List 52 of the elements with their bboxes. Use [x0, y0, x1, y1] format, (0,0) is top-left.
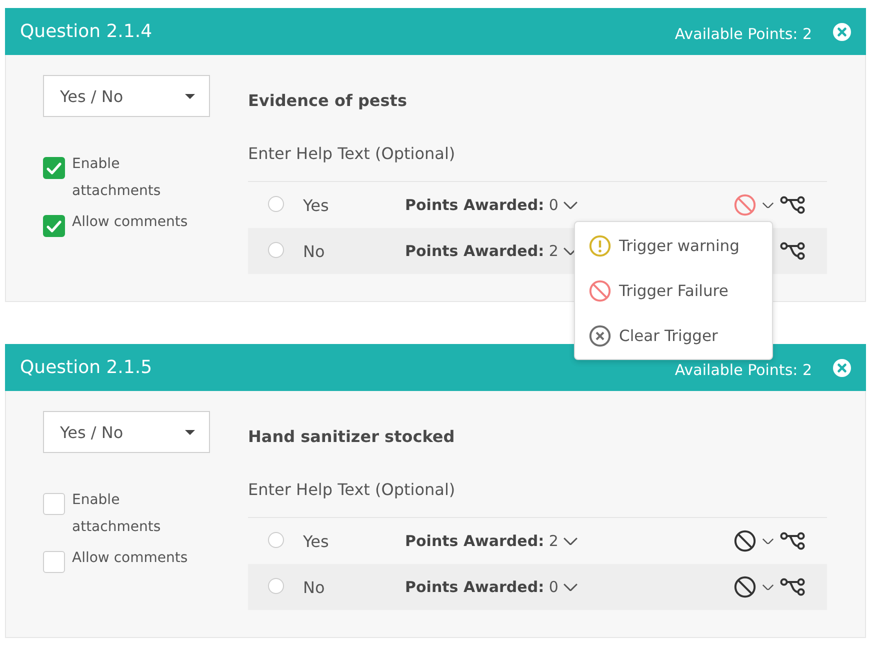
close-icon[interactable]: [833, 22, 851, 40]
type-select[interactable]: Yes / No: [43, 411, 210, 453]
chevron-down-icon: [563, 536, 578, 546]
available-points: Available Points: 2: [674, 26, 812, 42]
branch-icon[interactable]: [780, 241, 805, 261]
chevron-down-icon: [762, 202, 774, 208]
option-label: No: [303, 242, 326, 260]
checkbox[interactable]: [43, 493, 65, 515]
checkbox[interactable]: [43, 215, 65, 237]
checkbox-label: Allow comments: [72, 549, 189, 568]
chevron-down-icon: [563, 200, 578, 210]
menu-item[interactable]: Trigger Failure: [575, 268, 772, 313]
option-label: Yes: [303, 196, 330, 214]
points-dropdown[interactable]: Points Awarded: 2: [405, 532, 578, 550]
help-text-field[interactable]: Enter Help Text (Optional): [248, 477, 827, 501]
x-circle-icon: [589, 324, 611, 346]
branch-icon[interactable]: [780, 195, 805, 215]
close-icon[interactable]: [833, 358, 851, 376]
menu-item[interactable]: Clear Trigger: [575, 313, 772, 358]
caret-icon: [185, 430, 195, 434]
card-title: Question 2.1.4: [20, 21, 152, 42]
checkbox[interactable]: [43, 157, 65, 179]
chevron-down-icon: [762, 538, 774, 544]
caret-icon: [185, 94, 195, 98]
help-text-field[interactable]: Enter Help Text (Optional): [248, 141, 827, 165]
chevron-down-icon: [762, 584, 774, 590]
chevron-down-icon: [563, 582, 578, 592]
trigger-dropdown[interactable]: [734, 576, 774, 598]
radio-button[interactable]: [268, 578, 284, 594]
card-title: Question 2.1.5: [20, 357, 152, 378]
question-title: Evidence of pests: [248, 90, 408, 112]
trigger-dropdown[interactable]: [734, 530, 774, 552]
radio-button[interactable]: [268, 196, 284, 212]
warning-icon: [589, 234, 611, 256]
branch-icon[interactable]: [780, 531, 805, 551]
type-select[interactable]: Yes / No: [43, 75, 210, 117]
check-icon: [46, 220, 62, 232]
check-icon: [46, 162, 62, 174]
radio-button[interactable]: [268, 242, 284, 258]
checkbox-label: Allow comments: [72, 213, 189, 232]
option-label: Yes: [303, 532, 330, 550]
points-dropdown[interactable]: Points Awarded: 0: [405, 196, 578, 214]
checkbox-label: Enable attachments: [72, 491, 162, 537]
question-title: Hand sanitizer stocked: [248, 426, 456, 448]
branch-icon[interactable]: [780, 577, 805, 597]
points-dropdown[interactable]: Points Awarded: 0: [405, 578, 578, 596]
checkbox[interactable]: [43, 551, 65, 573]
checkbox-label: Enable attachments: [72, 155, 162, 201]
available-points: Available Points: 2: [674, 362, 812, 378]
radio-button[interactable]: [268, 532, 284, 548]
option-label: No: [303, 578, 326, 596]
ban-icon: [589, 280, 611, 302]
